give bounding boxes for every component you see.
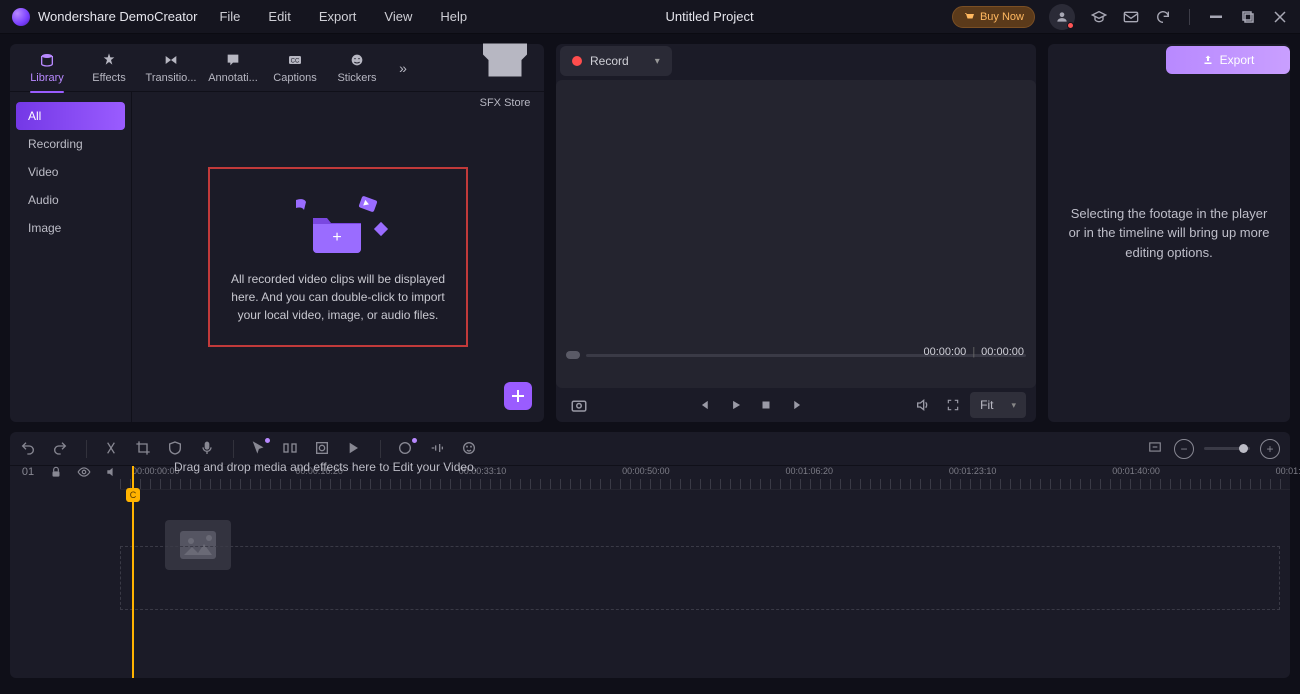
tab-library[interactable]: Library (16, 44, 78, 92)
voiceover-button[interactable] (199, 440, 217, 458)
library-panel: Library Effects Transitio... Annotati...… (10, 44, 544, 422)
track-visibility-button[interactable] (76, 464, 92, 480)
playhead-badge: C (126, 488, 140, 502)
group-button[interactable] (282, 440, 300, 458)
fit-timeline-button[interactable] (1146, 440, 1164, 458)
marker-button[interactable] (397, 440, 415, 458)
svg-text:CC: CC (291, 58, 300, 64)
redo-button[interactable] (52, 440, 70, 458)
library-tabs: Library Effects Transitio... Annotati...… (10, 44, 544, 92)
record-dot-icon (572, 56, 582, 66)
category-image[interactable]: Image (16, 214, 125, 242)
category-audio[interactable]: Audio (16, 186, 125, 214)
cursor-tool-button[interactable] (250, 440, 268, 458)
tab-stickers[interactable]: Stickers (326, 44, 388, 92)
menu-bar: File Edit Export View Help (219, 9, 467, 24)
library-media-area[interactable]: + All recorded video clips will (132, 92, 544, 422)
timeline-track-1[interactable] (120, 546, 1280, 610)
title-bar: Wondershare DemoCreator File Edit Export… (0, 0, 1300, 34)
track-mute-button[interactable] (104, 464, 120, 480)
preview-panel: Record ▾ 00:00:00|00:00:00 Fit▾ (556, 44, 1036, 422)
volume-button[interactable] (910, 393, 936, 417)
timeline-panel: − + C 00:00:00:0000:00:16:2000:00:33:100… (10, 432, 1290, 678)
refresh-icon[interactable] (1155, 9, 1171, 25)
record-button-label: Record (590, 54, 629, 68)
import-media-button[interactable] (504, 382, 532, 410)
zoom-out-button[interactable]: − (1174, 439, 1194, 459)
track-controls: 01 (20, 464, 120, 480)
buy-now-label: Buy Now (980, 11, 1024, 23)
project-title: Untitled Project (467, 9, 952, 24)
app-logo-icon (12, 8, 30, 26)
record-button[interactable]: Record ▾ (560, 46, 672, 76)
prev-frame-button[interactable] (693, 393, 719, 417)
export-button-label: Export (1220, 53, 1255, 67)
tab-captions[interactable]: CC Captions (264, 44, 326, 92)
speed-play-button[interactable] (346, 440, 364, 458)
menu-help[interactable]: Help (440, 9, 467, 24)
properties-panel: Selecting the footage in the player or i… (1048, 44, 1290, 422)
window-close[interactable] (1272, 9, 1288, 25)
stop-button[interactable] (753, 393, 779, 417)
buy-now-button[interactable]: Buy Now (952, 6, 1035, 28)
zoom-fit-select[interactable]: Fit▾ (970, 392, 1026, 418)
account-avatar[interactable] (1049, 4, 1075, 30)
menu-export[interactable]: Export (319, 9, 357, 24)
transport-controls: Fit▾ (556, 388, 1036, 422)
title-icons (1049, 4, 1288, 30)
tab-annotations[interactable]: Annotati... (202, 44, 264, 92)
menu-edit[interactable]: Edit (268, 9, 290, 24)
timeline-playhead[interactable]: C (132, 466, 134, 678)
timeline-drag-hint: Drag and drop media and effects here to … (120, 460, 1280, 474)
svg-text:+: + (332, 229, 341, 246)
tabs-more-icon[interactable]: » (388, 60, 418, 76)
chevron-down-icon: ▾ (655, 56, 660, 67)
app-name: Wondershare DemoCreator (38, 9, 197, 24)
tab-transitions[interactable]: Transitio... (140, 44, 202, 92)
preview-timecode: 00:00:00|00:00:00 (923, 346, 1024, 358)
zoom-in-button[interactable]: + (1260, 439, 1280, 459)
track-lock-button[interactable] (48, 464, 64, 480)
menu-view[interactable]: View (384, 9, 412, 24)
audio-adjust-button[interactable] (429, 440, 447, 458)
category-all[interactable]: All (16, 102, 125, 130)
play-button[interactable] (723, 393, 749, 417)
category-recording[interactable]: Recording (16, 130, 125, 158)
graduation-icon[interactable] (1091, 9, 1107, 25)
mail-icon[interactable] (1123, 9, 1139, 25)
split-button[interactable] (103, 440, 121, 458)
face-button[interactable] (461, 440, 479, 458)
export-button[interactable]: Export (1166, 46, 1290, 74)
library-category-sidebar: All Recording Video Audio Image (10, 92, 132, 422)
preview-canvas[interactable]: 00:00:00|00:00:00 (556, 80, 1036, 388)
category-video[interactable]: Video (16, 158, 125, 186)
crop-button[interactable] (135, 440, 153, 458)
tab-effects[interactable]: Effects (78, 44, 140, 92)
fullscreen-button[interactable] (940, 393, 966, 417)
zoom-slider[interactable] (1204, 447, 1250, 450)
track-index-label: 01 (20, 464, 36, 480)
next-frame-button[interactable] (783, 393, 809, 417)
adjust-button[interactable] (314, 440, 332, 458)
library-empty-text: All recorded video clips will be display… (220, 270, 456, 324)
workspace-top: Library Effects Transitio... Annotati...… (0, 34, 1300, 432)
folder-import-icon: + (268, 190, 408, 260)
library-drop-zone[interactable]: + All recorded video clips will (208, 167, 468, 347)
menu-file[interactable]: File (219, 9, 240, 24)
window-maximize[interactable] (1240, 9, 1256, 25)
shield-button[interactable] (167, 440, 185, 458)
window-minimize[interactable] (1208, 9, 1224, 25)
snapshot-button[interactable] (566, 393, 592, 417)
undo-button[interactable] (20, 440, 38, 458)
properties-hint-text: Selecting the footage in the player or i… (1068, 204, 1270, 263)
